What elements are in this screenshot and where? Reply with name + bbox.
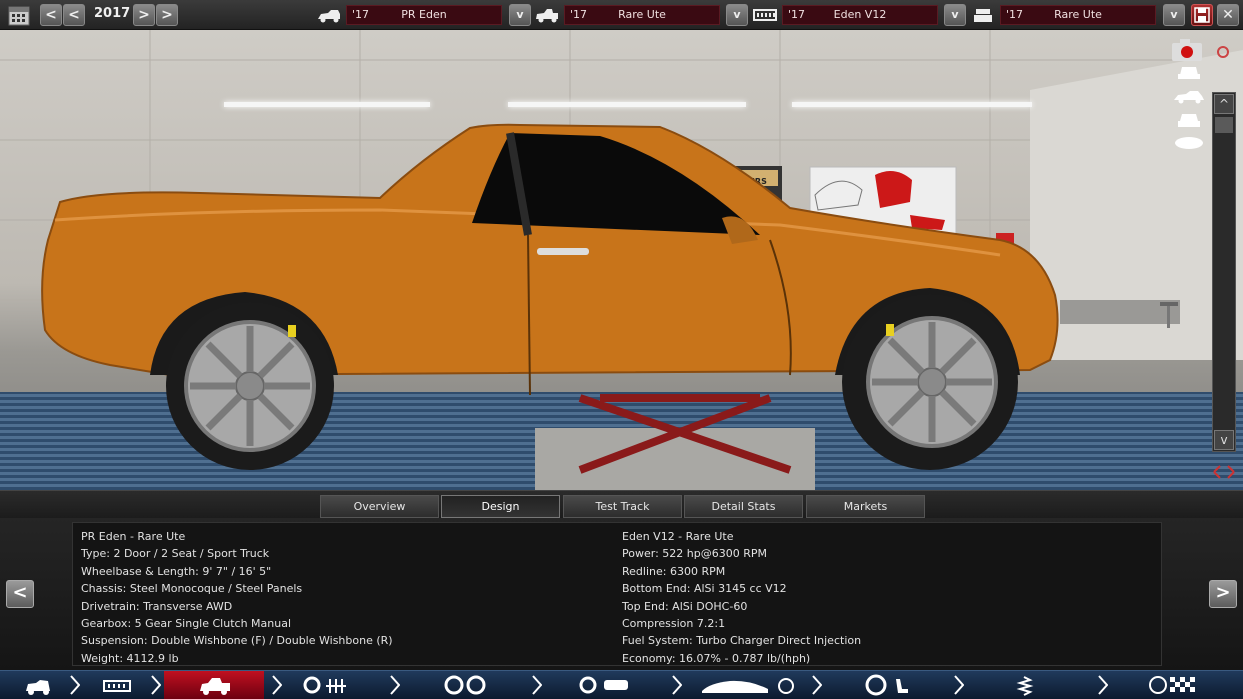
nav-chevron-icon <box>954 675 964 695</box>
engine-selector[interactable]: '17 Eden V12 <box>782 5 938 25</box>
trim-selector[interactable]: '17 Rare Ute <box>564 5 720 25</box>
save-icon[interactable] <box>1191 4 1213 26</box>
nav-body[interactable] <box>164 671 264 699</box>
scroll-down-button[interactable]: v <box>1214 430 1234 450</box>
car-body-icon <box>316 6 342 24</box>
ute-model <box>41 123 1059 474</box>
car-title: PR Eden - Rare Ute <box>81 530 186 543</box>
close-button[interactable]: ✕ <box>1217 4 1239 26</box>
nav-chevron-icon <box>1098 675 1108 695</box>
tab-markets[interactable]: Markets <box>806 495 925 518</box>
engine-trim-selector[interactable]: '17 Rare Ute <box>1000 5 1156 25</box>
tab-design[interactable]: Design <box>441 495 560 518</box>
car-weight: Weight: 4112.9 lb <box>81 651 179 665</box>
engine-title: Eden V12 - Rare Ute <box>622 530 734 543</box>
engine-fuel-system: Fuel System: Turbo Charger Direct Inject… <box>622 634 862 648</box>
next-page-button[interactable]: > <box>1209 580 1237 608</box>
engine-economy: Economy: 16.07% - 0.787 lb/(hph) <box>622 651 811 665</box>
car-suspension: Suspension: Double Wishbone (F) / Double… <box>81 634 393 648</box>
spec-box: PR Eden - Rare Ute Type: 2 Door / 2 Seat… <box>72 522 1162 666</box>
car-viewport[interactable]: OLOURS <box>0 30 1243 490</box>
engine-power: Power: 522 hp@6300 RPM <box>622 547 767 561</box>
engine-redline: Redline: 6300 RPM <box>622 564 726 578</box>
engine-spec-column: Eden V12 - Rare Ute Power: 522 hp@6300 R… <box>622 528 861 667</box>
engine-name: Eden V12 <box>833 8 887 21</box>
model-dropdown-button[interactable]: v <box>509 4 531 26</box>
engine-top-end: Top End: AlSi DOHC-60 <box>622 599 748 613</box>
nav-aero[interactable] <box>690 671 810 699</box>
nav-suspension[interactable] <box>990 671 1090 699</box>
ute-trim-icon <box>534 6 560 24</box>
nav-chevron-icon <box>390 675 400 695</box>
top-bar: < < 2017 > > '17 PR Eden v '17 Rare Ute … <box>0 0 1243 30</box>
engine-trim-dropdown-button[interactable]: v <box>1163 4 1185 26</box>
engine-bottom-end: Bottom End: AlSi 3145 cc V12 <box>622 582 787 596</box>
engine-compression: Compression 7.2:1 <box>622 617 726 631</box>
engine-trim-name: Rare Ute <box>1054 8 1102 21</box>
car-drivetrain: Drivetrain: Transverse AWD <box>81 599 233 613</box>
nav-chevron-icon <box>672 675 682 695</box>
nav-chevron-icon <box>812 675 822 695</box>
car-gearbox: Gearbox: 5 Gear Single Clutch Manual <box>81 617 292 631</box>
side-view-icon[interactable] <box>1172 88 1206 106</box>
tab-bar: Overview Design Test Track Detail Stats … <box>0 490 1243 518</box>
year-forward-button[interactable]: > <box>133 4 155 26</box>
tab-detail-stats[interactable]: Detail Stats <box>684 495 803 518</box>
nav-chevron-icon <box>532 675 542 695</box>
nav-brakes[interactable] <box>570 671 670 699</box>
scrollbar-thumb[interactable] <box>1215 117 1233 133</box>
tab-test-track[interactable]: Test Track <box>563 495 682 518</box>
previous-page-button[interactable]: < <box>6 580 34 608</box>
car-spec-column: PR Eden - Rare Ute Type: 2 Door / 2 Seat… <box>81 528 393 667</box>
year-back-button[interactable]: < <box>63 4 85 26</box>
nav-interior[interactable] <box>840 671 940 699</box>
nav-chevron-icon <box>272 675 282 695</box>
car-info-panel: < PR Eden - Rare Ute Type: 2 Door / 2 Se… <box>0 518 1243 670</box>
nav-chevron-icon <box>151 675 161 695</box>
bottom-nav <box>0 670 1243 699</box>
nav-testing[interactable] <box>1140 671 1243 699</box>
year-back-fast-button[interactable]: < <box>40 4 62 26</box>
engine-icon <box>752 6 778 24</box>
camera-settings-icon[interactable] <box>1216 44 1230 58</box>
camera-icon[interactable] <box>1170 38 1206 62</box>
engine-dropdown-button[interactable]: v <box>944 4 966 26</box>
tab-overview[interactable]: Overview <box>320 495 439 518</box>
year-forward-fast-button[interactable]: > <box>156 4 178 26</box>
scroll-up-button[interactable]: ^ <box>1214 94 1234 114</box>
car-type: Type: 2 Door / 2 Seat / Sport Truck <box>81 547 270 561</box>
engine-trim-icon <box>970 6 996 24</box>
nav-engine[interactable] <box>290 671 390 699</box>
trim-dropdown-button[interactable]: v <box>726 4 748 26</box>
nav-model[interactable] <box>0 671 68 699</box>
nav-wheels[interactable] <box>430 671 530 699</box>
top-view-icon[interactable] <box>1172 134 1206 152</box>
nav-chevron-icon <box>70 675 80 695</box>
zoom-scrollbar[interactable]: ^ v <box>1212 92 1236 452</box>
nav-chassis[interactable] <box>82 671 152 699</box>
model-name: PR Eden <box>401 8 447 21</box>
calendar-icon[interactable] <box>8 4 30 26</box>
year-display: 2017 <box>94 6 131 21</box>
front-view-icon[interactable] <box>1172 63 1206 81</box>
car-wheelbase: Wheelbase & Length: 9' 7" / 16' 5" <box>81 564 272 578</box>
car-chassis: Chassis: Steel Monocoque / Steel Panels <box>81 582 303 596</box>
rear-view-icon[interactable] <box>1172 111 1206 129</box>
trim-name: Rare Ute <box>618 8 666 21</box>
model-selector[interactable]: '17 PR Eden <box>346 5 502 25</box>
fullscreen-icon[interactable] <box>1212 462 1236 482</box>
